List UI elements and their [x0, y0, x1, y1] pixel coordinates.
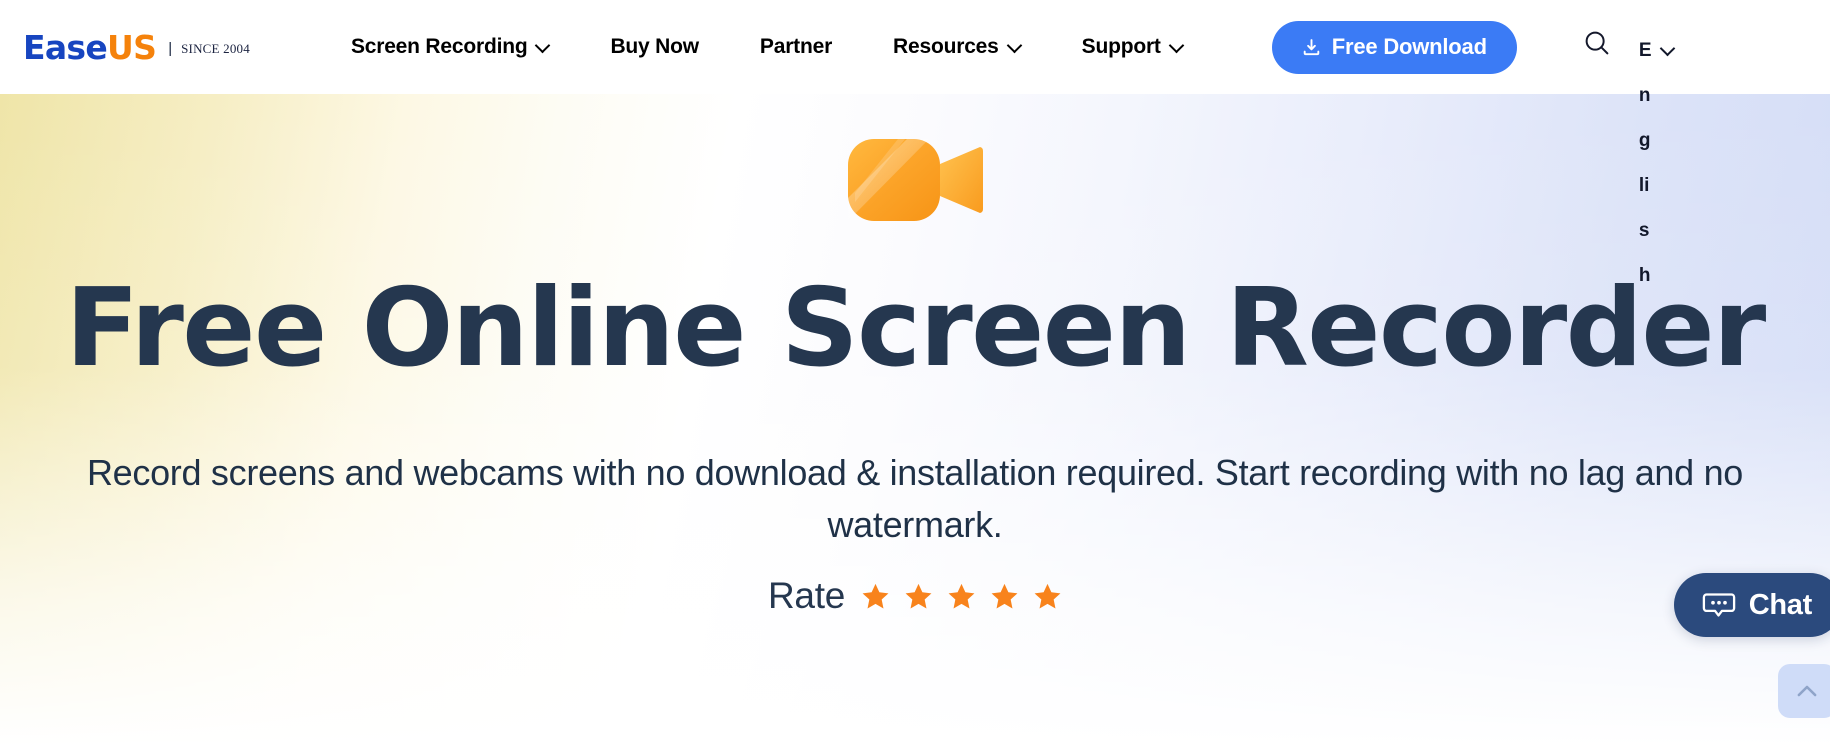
nav-label: Buy Now: [610, 35, 699, 58]
chat-label: Chat: [1748, 588, 1813, 621]
main-navigation: Screen Recording Buy Now Partner Resourc…: [351, 0, 1183, 94]
search-icon[interactable]: [1583, 29, 1611, 57]
nav-item-screen-recording[interactable]: Screen Recording: [351, 35, 550, 59]
scroll-to-top-button[interactable]: [1778, 664, 1830, 718]
video-camera-icon: [847, 139, 983, 221]
chevron-up-icon: [1797, 685, 1817, 697]
star-icon[interactable]: [904, 582, 933, 611]
nav-item-buy-now[interactable]: Buy Now: [610, 35, 699, 59]
nav-label: Partner: [759, 35, 833, 58]
star-icon[interactable]: [1033, 582, 1062, 611]
free-download-button[interactable]: Free Download: [1271, 20, 1517, 74]
logo-since-tagline: SINCE 2004: [181, 41, 250, 56]
chevron-down-icon: [536, 39, 549, 52]
chevron-down-icon: [1661, 42, 1674, 55]
logo-divider: |: [168, 39, 173, 57]
page-title: Free Online Screen Recorder: [65, 266, 1766, 391]
logo-text: EaseUS: [23, 27, 157, 67]
language-selector[interactable]: English: [1639, 28, 1674, 298]
page-root: EaseUS | SINCE 2004 Screen Recording Buy…: [0, 0, 1830, 746]
logo-text-us: US: [107, 27, 157, 67]
chevron-down-icon: [1008, 39, 1021, 52]
nav-label: Resources: [893, 35, 999, 58]
download-icon: [1303, 38, 1319, 55]
star-rating: [861, 582, 1062, 611]
logo-text-ease: Ease: [23, 27, 108, 67]
nav-label: Support: [1081, 35, 1161, 58]
nav-label: Screen Recording: [350, 35, 528, 58]
logo[interactable]: EaseUS | SINCE 2004: [23, 27, 250, 67]
nav-item-partner[interactable]: Partner: [760, 35, 832, 59]
star-icon[interactable]: [990, 582, 1019, 611]
language-label: English: [1638, 40, 1652, 286]
rate-label: Rate: [768, 575, 845, 616]
nav-item-resources[interactable]: Resources: [893, 35, 1021, 59]
hero-subtitle: Record screens and webcams with no downl…: [86, 452, 1744, 545]
header-utilities: English: [1583, 0, 1674, 286]
rating-widget: Rate: [768, 575, 1062, 617]
star-icon[interactable]: [861, 582, 890, 611]
chat-bubble-icon: [1702, 593, 1735, 617]
nav-item-support[interactable]: Support: [1082, 35, 1183, 59]
chat-button[interactable]: Chat: [1673, 573, 1830, 637]
hero-section: Free Online Screen Recorder Record scree…: [0, 94, 1830, 746]
hero-content: Free Online Screen Recorder Record scree…: [0, 94, 1830, 746]
free-download-label: Free Download: [1331, 34, 1487, 59]
star-icon[interactable]: [947, 582, 976, 611]
chevron-down-icon: [1170, 39, 1183, 52]
site-header: EaseUS | SINCE 2004 Screen Recording Buy…: [0, 0, 1830, 286]
